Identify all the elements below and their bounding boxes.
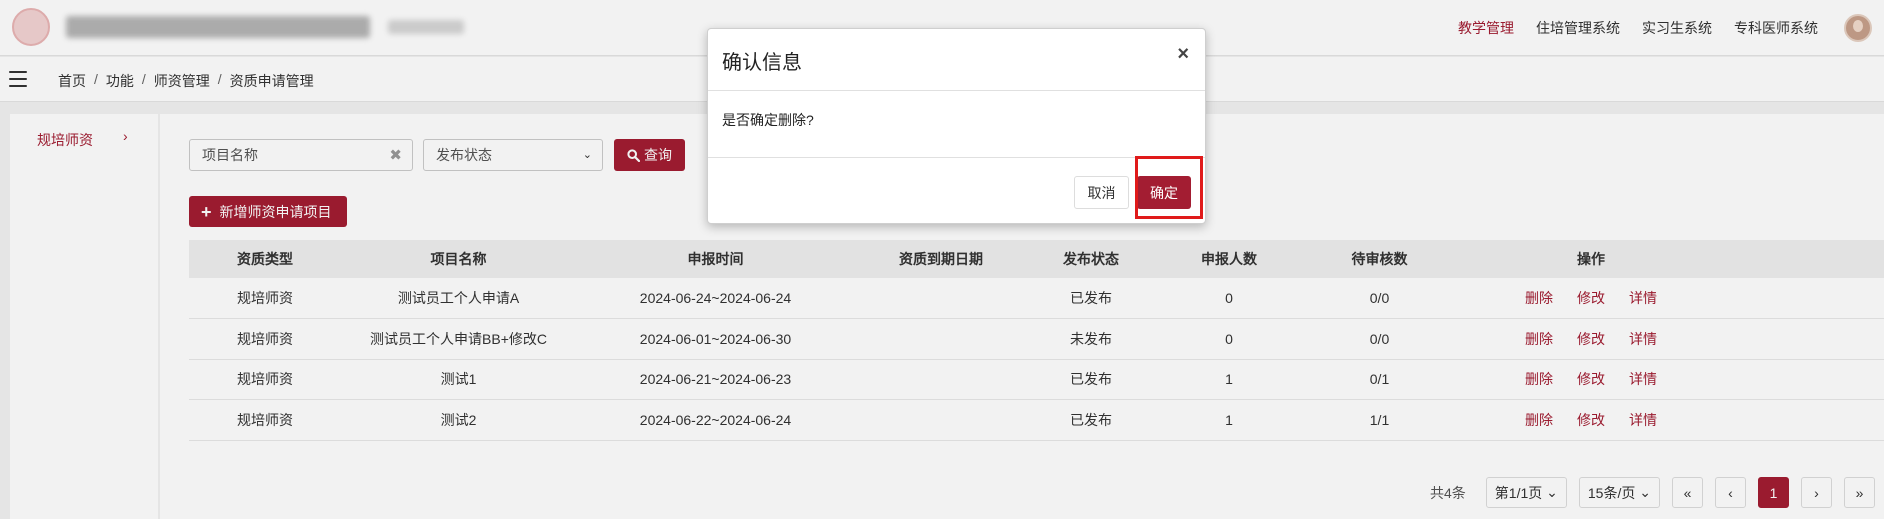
cancel-button[interactable]: 取消: [1074, 176, 1129, 209]
dialog-title: 确认信息: [722, 52, 802, 74]
dialog-body: 是否确定删除?: [708, 91, 1205, 158]
dialog-header: 确认信息 ×: [708, 29, 1205, 91]
dialog-footer: 取消 确定: [708, 158, 1205, 224]
confirm-dialog: 确认信息 × 是否确定删除? 取消 确定: [707, 28, 1206, 224]
annotation-highlight-box: [1135, 156, 1203, 219]
dialog-message: 是否确定删除?: [722, 112, 814, 128]
close-icon[interactable]: ×: [1177, 43, 1189, 66]
